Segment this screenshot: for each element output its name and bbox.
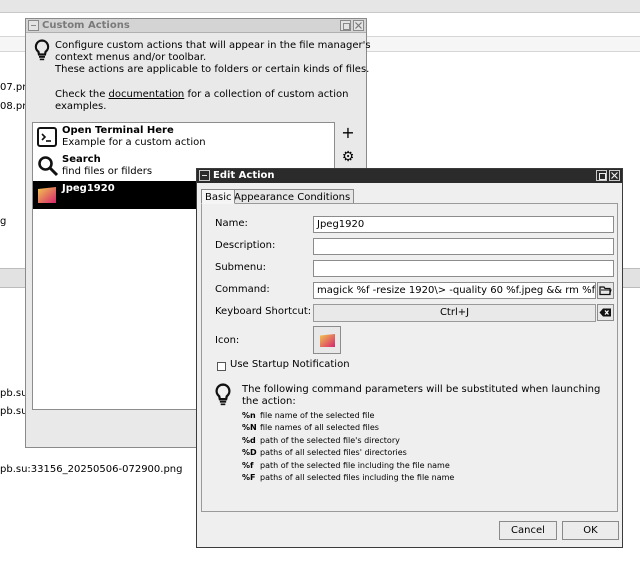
add-action-button[interactable]: +: [339, 124, 357, 142]
tab-appearance-conditions[interactable]: Appearance Conditions: [230, 189, 355, 204]
lightbulb-icon: [34, 39, 50, 61]
action-subtitle: Example for a custom action: [62, 137, 206, 148]
documentation-text: Check the documentation for a collection…: [55, 89, 348, 101]
terminal-icon: [37, 127, 57, 147]
maximize-icon: [343, 23, 350, 30]
icon-label: Icon:: [215, 335, 240, 346]
startup-notification-label[interactable]: Use Startup Notification: [230, 359, 350, 370]
background-file-item[interactable]: pb.su:33156_20250506-072900.png: [0, 464, 183, 475]
action-title: Jpeg1920: [62, 183, 115, 194]
background-file-item[interactable]: g: [0, 216, 6, 227]
action-title: Search: [62, 154, 101, 165]
clear-icon: [599, 308, 611, 317]
basic-tab-panel: Name: Jpeg1920 Description: Submenu: Com…: [201, 203, 618, 512]
command-field[interactable]: magick %f -resize 1920\> -quality 60 %f.…: [313, 282, 596, 299]
parameter-code: %f: [242, 461, 254, 470]
command-label: Command:: [215, 284, 270, 295]
icon-picker-button[interactable]: [313, 326, 341, 354]
lightbulb-icon: [215, 383, 231, 406]
image-icon: [320, 334, 335, 347]
description-label: Description:: [215, 240, 276, 251]
close-icon: [611, 172, 618, 179]
submenu-label: Submenu:: [215, 262, 266, 273]
window-menu-button[interactable]: [28, 20, 39, 31]
keyboard-shortcut-button[interactable]: Ctrl+J: [313, 304, 596, 322]
parameter-code: %F: [242, 473, 256, 482]
window-title: Custom Actions: [42, 20, 130, 31]
browse-command-button[interactable]: [597, 282, 614, 299]
close-button[interactable]: [353, 20, 364, 31]
maximize-icon: [599, 173, 606, 180]
cancel-button[interactable]: Cancel: [499, 521, 557, 540]
search-icon: [38, 156, 59, 177]
menu-icon: [202, 175, 207, 176]
maximize-button[interactable]: [340, 20, 351, 31]
parameter-code: %n: [242, 411, 256, 420]
name-label: Name:: [215, 218, 248, 229]
parameter-description: file name of the selected file: [260, 411, 375, 420]
intro-line: context menus and/or toolbar.: [55, 52, 207, 63]
parameter-row: %f path of the selected file including th…: [242, 461, 450, 471]
parameter-description: paths of all selected files' directories: [260, 448, 407, 457]
edit-action-dialog: Edit Action Basic Appearance Conditions …: [196, 168, 623, 548]
doc-prefix: Check the: [55, 89, 109, 100]
parameter-description: file names of all selected files: [260, 423, 379, 432]
parameter-row: %N file names of all selected files: [242, 423, 379, 433]
parameter-row: %n file name of the selected file: [242, 411, 374, 421]
parameter-description: path of the selected file's directory: [260, 436, 400, 445]
maximize-button[interactable]: [596, 170, 607, 181]
list-item-open-terminal[interactable]: Open Terminal Here Example for a custom …: [33, 123, 334, 151]
startup-notification-checkbox[interactable]: [217, 362, 226, 371]
background-file-item[interactable]: pb.su: [0, 406, 27, 417]
description-field[interactable]: [313, 238, 614, 255]
doc-suffix: for a collection of custom action: [184, 89, 349, 100]
settings-action-button[interactable]: ⚙: [339, 148, 357, 166]
action-subtitle: find files or filders: [62, 166, 153, 177]
close-button[interactable]: [609, 170, 620, 181]
close-icon: [355, 22, 362, 29]
action-title: Open Terminal Here: [62, 125, 174, 136]
parameter-description: paths of all selected files including th…: [260, 473, 455, 482]
intro-line: These actions are applicable to folders …: [55, 64, 370, 75]
parameter-row: %d path of the selected file's directory: [242, 436, 400, 446]
documentation-link[interactable]: documentation: [109, 89, 185, 100]
ok-button[interactable]: OK: [562, 521, 619, 540]
submenu-field[interactable]: [313, 260, 614, 277]
parameter-code: %d: [242, 436, 256, 445]
parameter-row: %F paths of all selected files including …: [242, 473, 454, 483]
parameter-code: %D: [242, 448, 257, 457]
menu-icon: [31, 25, 36, 26]
image-icon: [38, 187, 56, 203]
custom-actions-titlebar[interactable]: Custom Actions: [26, 19, 366, 33]
shortcut-label: Keyboard Shortcut:: [215, 306, 312, 317]
intro-line: Configure custom actions that will appea…: [55, 40, 371, 51]
background-file-item[interactable]: pb.su: [0, 388, 27, 399]
parameters-intro: The following command parameters will be…: [242, 384, 601, 407]
clear-shortcut-button[interactable]: [597, 304, 614, 321]
tab-basic[interactable]: Basic: [201, 189, 236, 204]
parameter-description: path of the selected file including the …: [260, 461, 450, 470]
edit-action-titlebar[interactable]: Edit Action: [197, 169, 622, 183]
dialog-title: Edit Action: [213, 170, 275, 181]
name-field[interactable]: Jpeg1920: [313, 216, 614, 233]
window-menu-button[interactable]: [199, 170, 210, 181]
parameter-row: %D paths of all selected files' directori…: [242, 448, 407, 458]
background-toolbar: [0, 0, 640, 13]
parameter-code: %N: [242, 423, 257, 432]
folder-open-icon: [599, 286, 612, 296]
documentation-text-line2: examples.: [55, 101, 107, 112]
